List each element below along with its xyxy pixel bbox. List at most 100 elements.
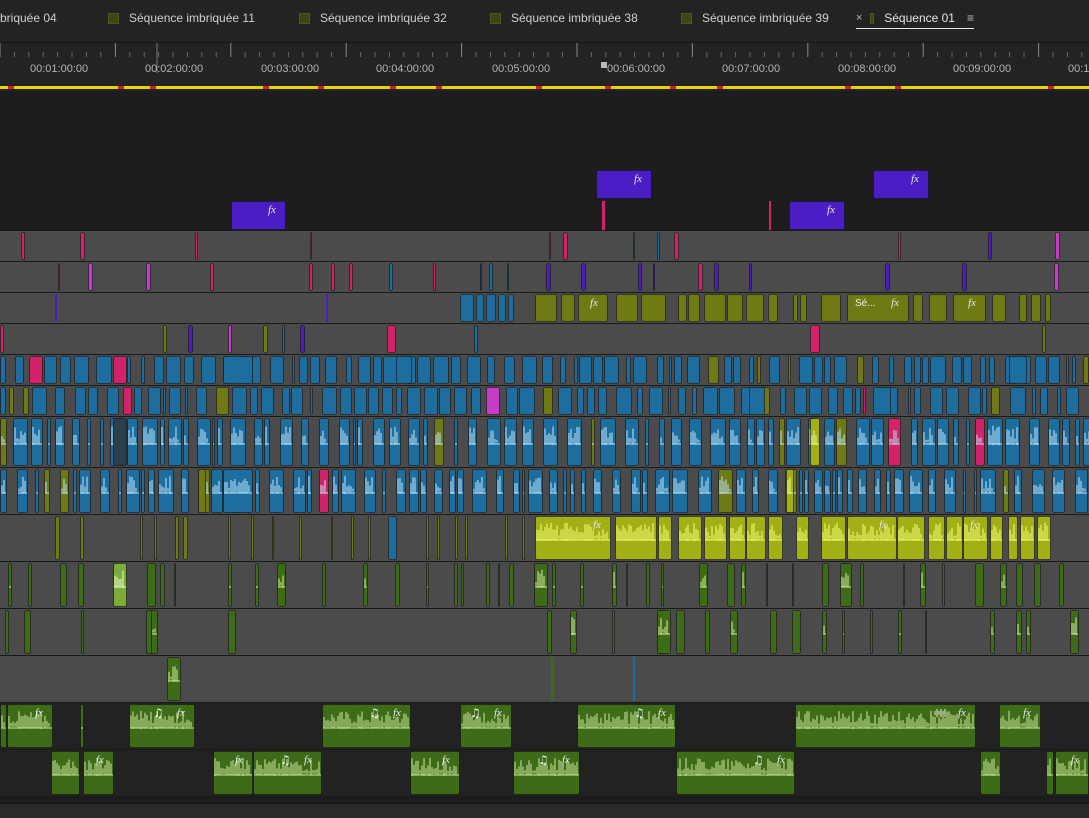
clip-body[interactable] [81, 705, 84, 748]
clip[interactable] [632, 470, 641, 513]
clip-body[interactable] [650, 388, 663, 415]
clip-body[interactable] [523, 517, 525, 560]
clip-body[interactable] [354, 419, 356, 466]
clip-body[interactable] [627, 357, 631, 384]
clip-body[interactable] [617, 388, 632, 415]
clip[interactable] [374, 357, 382, 384]
clip-name[interactable]: Sé... [855, 298, 876, 309]
clip-thin[interactable] [352, 517, 354, 560]
clip[interactable] [730, 517, 746, 560]
clip[interactable] [75, 357, 89, 384]
clip[interactable] [61, 357, 71, 384]
clip-body[interactable] [523, 357, 537, 384]
clip[interactable] [887, 470, 891, 513]
clip-thin[interactable] [196, 233, 198, 260]
clip-body[interactable] [580, 357, 592, 384]
clip[interactable] [983, 388, 987, 415]
clip[interactable] [529, 470, 543, 513]
clip-body[interactable] [1017, 564, 1023, 607]
clip-thin[interactable] [81, 517, 84, 560]
clip[interactable] [114, 564, 127, 607]
clip[interactable] [559, 388, 572, 415]
clip-thin[interactable] [147, 264, 151, 291]
clip[interactable] [825, 419, 835, 466]
clip-body[interactable] [265, 419, 270, 466]
clip[interactable] [497, 470, 504, 513]
clip-body[interactable] [452, 357, 461, 384]
clip-thin[interactable] [427, 564, 429, 607]
clip[interactable] [80, 470, 91, 513]
clip[interactable] [170, 388, 181, 415]
clip-body[interactable] [89, 264, 93, 291]
clip-body[interactable] [990, 357, 995, 384]
clip[interactable] [76, 388, 86, 415]
clip[interactable] [787, 470, 794, 513]
clip-thin[interactable] [1017, 564, 1023, 607]
timeline-tracks[interactable]: fxfxfxfxfxfxSé...fxfxfxfxfxfx♫fx♫fx♫fx♫f… [0, 91, 1089, 803]
clip-body[interactable] [6, 611, 9, 654]
clip[interactable] [825, 470, 831, 513]
clip[interactable] [302, 419, 309, 466]
clip[interactable] [1011, 388, 1026, 415]
music-clip[interactable]: fx♫ [254, 752, 322, 795]
clip[interactable] [283, 388, 290, 415]
clip-body[interactable] [352, 517, 354, 560]
music-clip[interactable]: fx♫ [461, 705, 512, 748]
clip[interactable] [383, 470, 386, 513]
clip[interactable] [320, 419, 329, 466]
clip-body[interactable] [704, 388, 718, 415]
clip[interactable] [128, 357, 131, 384]
clip[interactable] [326, 357, 337, 384]
clip-body[interactable] [975, 470, 977, 513]
clip[interactable]: fx [536, 517, 611, 560]
clip[interactable] [197, 388, 207, 415]
tab-sequence-imbriquee-11[interactable]: Séquence imbriquée 11 [108, 0, 255, 36]
clip-body[interactable] [801, 295, 807, 322]
clip[interactable] [1058, 388, 1061, 415]
clip[interactable] [770, 357, 780, 384]
music-clip[interactable] [1047, 752, 1054, 795]
clip-body[interactable] [976, 564, 984, 607]
clip-body[interactable] [811, 326, 820, 353]
clip[interactable] [898, 517, 925, 560]
clip-body[interactable] [253, 357, 261, 384]
clip[interactable] [255, 419, 263, 466]
clip-body[interactable] [301, 326, 305, 353]
clip-body[interactable] [1033, 388, 1036, 415]
clip-body[interactable] [213, 419, 215, 466]
clip[interactable] [359, 357, 371, 384]
clip-thin[interactable] [921, 564, 926, 607]
clip[interactable] [550, 470, 558, 513]
clip[interactable] [841, 564, 852, 607]
clip-thin[interactable] [164, 326, 167, 353]
clip-body[interactable] [963, 264, 967, 291]
clip-thin[interactable] [466, 517, 468, 560]
nested-sequence-clip[interactable] [769, 295, 778, 322]
clip-body[interactable] [800, 470, 803, 513]
clip[interactable] [1063, 419, 1070, 466]
clip-body[interactable] [487, 295, 496, 322]
clip-body[interactable] [874, 171, 929, 199]
clip-body[interactable] [359, 357, 371, 384]
clip-thin[interactable] [311, 233, 312, 260]
clip[interactable] [673, 470, 688, 513]
clip[interactable] [535, 564, 548, 607]
clip-body[interactable] [383, 470, 386, 513]
clip[interactable] [912, 419, 918, 466]
clip[interactable] [864, 388, 866, 415]
clip[interactable] [613, 470, 621, 513]
clip[interactable] [505, 419, 517, 466]
clip-body[interactable] [658, 357, 664, 384]
clip[interactable] [929, 470, 936, 513]
nested-sequence-clip[interactable]: fx [597, 171, 652, 199]
clip-body[interactable] [142, 357, 145, 384]
clip-body[interactable] [829, 388, 838, 415]
clip-body[interactable] [992, 388, 1000, 415]
clip[interactable] [186, 388, 188, 415]
clip-body[interactable] [617, 295, 638, 322]
clip-body[interactable] [981, 357, 986, 384]
clip[interactable] [33, 388, 47, 415]
clip-body[interactable] [61, 564, 67, 607]
clip-body[interactable] [858, 357, 864, 384]
clip[interactable] [435, 470, 443, 513]
